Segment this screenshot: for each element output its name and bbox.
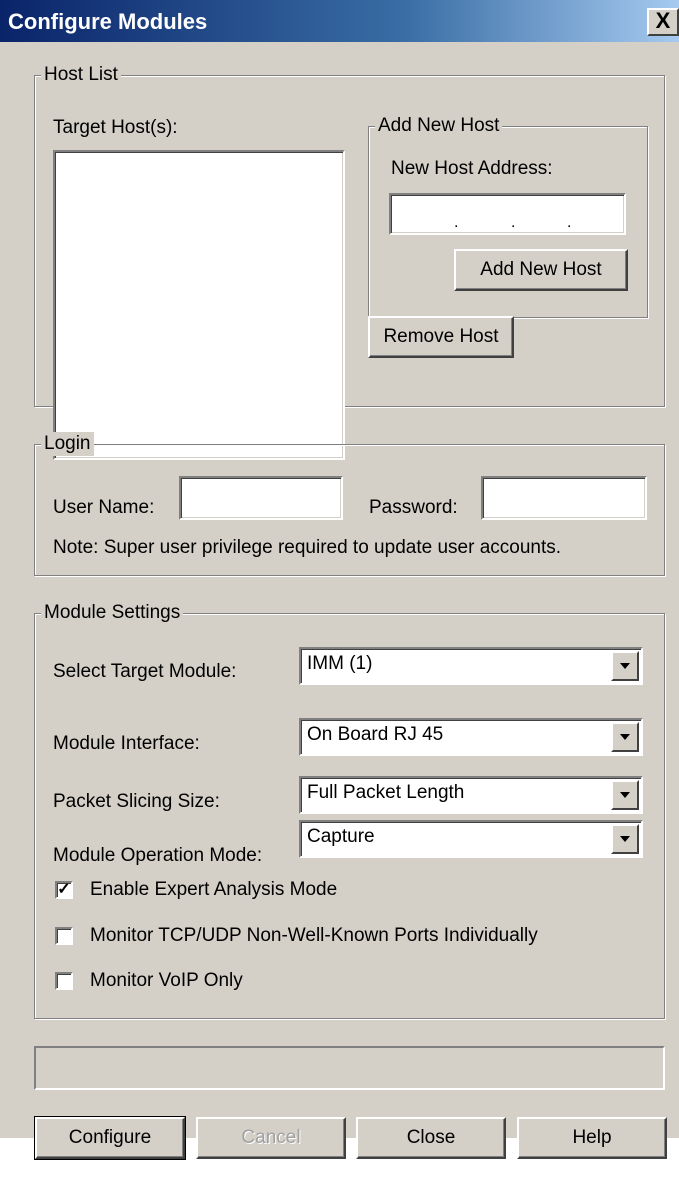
window-title: Configure Modules — [8, 9, 208, 34]
host-list-legend: Host List — [41, 63, 121, 87]
expert-analysis-checkbox[interactable]: ✓ — [55, 881, 73, 899]
add-new-host-group: Add New Host New Host Address: . . . Add… — [368, 114, 648, 318]
privilege-note: Note: Super user privilege required to u… — [53, 537, 562, 558]
login-legend: Login — [41, 432, 94, 456]
monitor-voip-checkbox[interactable] — [55, 972, 73, 990]
password-label: Password: — [369, 497, 458, 518]
chevron-down-icon[interactable] — [611, 824, 639, 854]
add-new-host-button[interactable]: Add New Host — [454, 249, 628, 291]
add-new-host-legend: Add New Host — [375, 114, 503, 138]
password-field[interactable] — [481, 476, 647, 520]
target-hosts-listbox[interactable] — [53, 150, 345, 460]
packet-slicing-select[interactable]: Full Packet Length — [299, 776, 643, 814]
login-group: Login User Name: Password: Note: Super u… — [34, 432, 665, 576]
packet-slicing-value: Full Packet Length — [307, 782, 465, 803]
monitor-tcp-udp-label[interactable]: Monitor TCP/UDP Non-Well-Known Ports Ind… — [90, 924, 538, 948]
close-button[interactable]: Close — [356, 1117, 506, 1159]
expert-analysis-label[interactable]: Enable Expert Analysis Mode — [90, 878, 337, 902]
cancel-button[interactable]: Cancel — [196, 1117, 346, 1159]
module-settings-legend: Module Settings — [41, 601, 184, 625]
target-module-select[interactable]: IMM (1) — [299, 647, 643, 685]
checkmark-icon: ✓ — [57, 881, 71, 898]
module-interface-label: Module Interface: — [53, 733, 200, 754]
ip-octet-separator: . — [567, 214, 572, 231]
remove-host-button[interactable]: Remove Host — [368, 316, 514, 358]
title-bar[interactable]: Configure Modules X — [0, 0, 679, 42]
packet-slicing-label: Packet Slicing Size: — [53, 791, 220, 812]
host-list-group: Host List Target Host(s): Add New Host N… — [34, 63, 665, 460]
chevron-down-icon[interactable] — [611, 722, 639, 752]
configure-button[interactable]: Configure — [34, 1116, 186, 1160]
monitor-voip-label[interactable]: Monitor VoIP Only — [90, 969, 243, 993]
module-settings-group: Module Settings Select Target Module: IM… — [34, 601, 665, 1019]
user-name-label: User Name: — [53, 497, 155, 518]
module-interface-select[interactable]: On Board RJ 45 — [299, 718, 643, 756]
operation-mode-select[interactable]: Capture — [299, 820, 643, 858]
target-module-label: Select Target Module: — [53, 661, 237, 682]
module-interface-value: On Board RJ 45 — [307, 724, 444, 745]
target-module-value: IMM (1) — [307, 653, 373, 674]
configure-modules-dialog: Configure Modules X Host List Target Hos… — [0, 0, 679, 1138]
user-name-field[interactable] — [179, 476, 343, 520]
target-hosts-label: Target Host(s): — [53, 117, 178, 138]
ip-octet-separator: . — [511, 214, 516, 231]
operation-mode-value: Capture — [307, 826, 375, 847]
close-icon: X — [655, 8, 671, 33]
monitor-tcp-udp-checkbox[interactable] — [55, 927, 73, 945]
operation-mode-label: Module Operation Mode: — [53, 845, 263, 866]
ip-octet-separator: . — [454, 214, 459, 231]
close-window-button[interactable]: X — [647, 8, 679, 36]
new-host-address-field[interactable]: . . . — [389, 193, 626, 235]
status-bar — [34, 1046, 665, 1090]
chevron-down-icon[interactable] — [611, 780, 639, 810]
chevron-down-icon[interactable] — [611, 651, 639, 681]
help-button[interactable]: Help — [517, 1117, 667, 1159]
new-host-address-label: New Host Address: — [391, 158, 553, 179]
